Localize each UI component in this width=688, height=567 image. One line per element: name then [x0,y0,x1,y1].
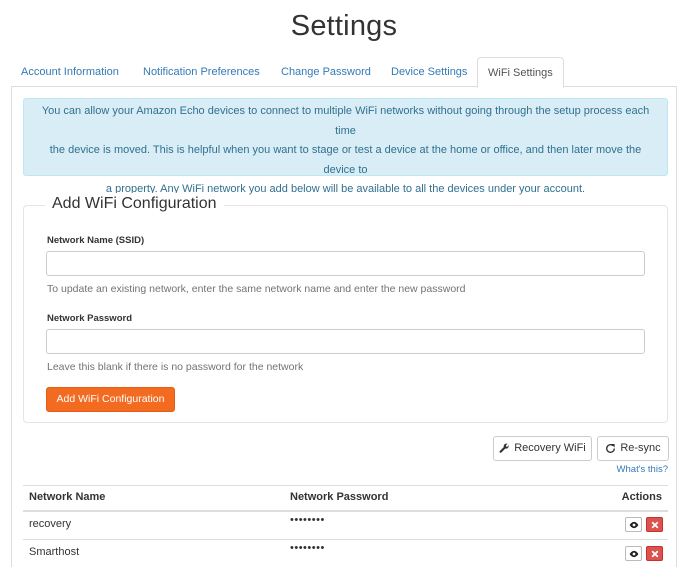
delete-network-button[interactable] [646,517,663,532]
password-help-text: Leave this blank if there is no password… [47,361,304,373]
ssid-input[interactable] [46,251,645,276]
network-name-cell: Smarthost [29,546,80,558]
view-password-button[interactable] [625,546,642,561]
recovery-wifi-button[interactable]: Recovery WiFi [493,436,592,461]
eye-icon [629,521,639,529]
column-header-actions: Actions [621,491,662,503]
password-input[interactable] [46,329,645,354]
info-line-2: the device is moved. This is helpful whe… [49,144,642,176]
add-wifi-configuration-button[interactable]: Add WiFi Configuration [46,387,175,412]
column-header-network-password: Network Password [290,491,389,503]
view-password-button[interactable] [625,517,642,532]
wrench-icon [499,443,510,454]
password-label: Network Password [47,313,132,324]
add-wifi-legend: Add WiFi Configuration [45,193,224,215]
table-header-divider [23,510,668,512]
network-name-cell: recovery [29,518,72,530]
page-title: Settings [290,10,398,42]
resync-label: Re-sync [620,442,661,454]
info-line-1: You can allow your Amazon Echo devices t… [41,105,650,137]
tab-device-settings[interactable]: Device Settings [381,57,477,87]
close-icon [651,521,659,529]
eye-icon [629,550,639,558]
info-alert: You can allow your Amazon Echo devices t… [23,98,668,195]
tab-account-information[interactable]: Account Information [11,57,129,87]
delete-network-button[interactable] [646,546,663,561]
column-header-network-name: Network Name [29,491,106,503]
settings-tabs: Account Information Notification Prefere… [11,57,677,88]
resync-button[interactable]: Re-sync [597,436,669,461]
tab-notification-preferences[interactable]: Notification Preferences [133,57,270,87]
ssid-help-text: To update an existing network, enter the… [47,283,466,295]
network-password-cell: •••••••• [290,542,325,554]
tab-wifi-settings[interactable]: WiFi Settings [477,57,564,88]
table-top-border [23,485,668,486]
close-icon [651,550,659,558]
recovery-wifi-label: Recovery WiFi [514,442,586,454]
refresh-icon [605,443,616,454]
whats-this-link[interactable]: What's this? [617,464,668,475]
ssid-label: Network Name (SSID) [47,235,145,246]
tab-change-password[interactable]: Change Password [271,57,381,87]
table-row-divider [23,539,668,540]
network-password-cell: •••••••• [290,514,325,526]
